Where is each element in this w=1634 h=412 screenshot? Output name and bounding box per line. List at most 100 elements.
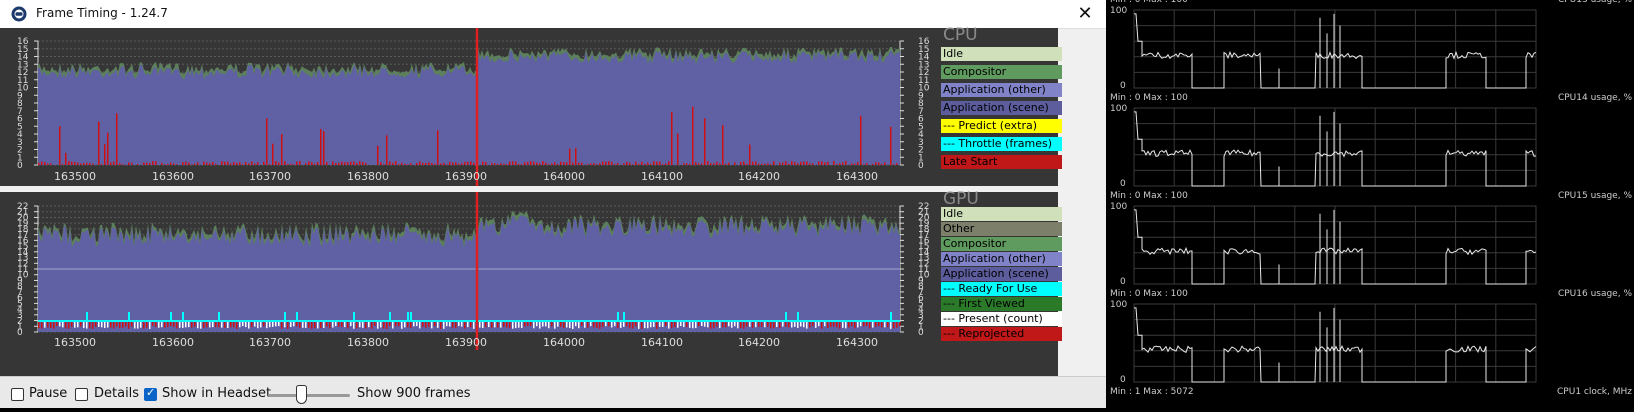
- title-bar[interactable]: Frame Timing - 1.24.7 ✕: [0, 0, 1106, 29]
- present-reprojected-mark: [215, 322, 217, 328]
- cpu-legend-item: Compositor: [941, 65, 1062, 79]
- late-start-bar: [377, 145, 379, 165]
- late-start-bar: [575, 148, 577, 165]
- present-reprojected-mark: [374, 322, 376, 327]
- present-reprojected-mark: [641, 322, 643, 329]
- present-reprojected-mark: [560, 322, 562, 327]
- details-label[interactable]: Details: [94, 386, 139, 401]
- present-reprojected-mark: [173, 322, 175, 328]
- present-reprojected-mark: [758, 322, 760, 327]
- present-reprojected-mark: [257, 322, 259, 329]
- frames-slider-track[interactable]: [268, 394, 350, 397]
- late-start-bar: [884, 162, 886, 165]
- late-start-bar: [743, 161, 745, 165]
- present-reprojected-mark: [197, 322, 199, 329]
- late-start-bar: [758, 163, 760, 165]
- present-reprojected-mark: [716, 322, 718, 327]
- present-reprojected-mark: [398, 322, 400, 327]
- present-reprojected-mark: [431, 322, 433, 329]
- present-reprojected-mark: [440, 322, 442, 329]
- late-start-bar: [824, 162, 826, 165]
- late-start-bar: [800, 161, 802, 165]
- present-reprojected-mark: [662, 322, 664, 327]
- late-start-bar: [293, 164, 295, 165]
- late-start-bar: [437, 130, 439, 165]
- late-start-bar: [182, 162, 184, 165]
- show-in-headset-label[interactable]: Show in Headset: [162, 386, 271, 401]
- cpu-ymin-label: 0: [1120, 81, 1126, 91]
- late-start-bar: [578, 162, 580, 165]
- present-reprojected-mark: [698, 322, 700, 327]
- gpu-axis-strip: [0, 350, 937, 376]
- present-reprojected-mark: [587, 322, 589, 328]
- present-reprojected-mark: [116, 322, 118, 327]
- late-start-bar: [389, 161, 391, 165]
- late-start-bar: [827, 161, 829, 165]
- frames-slider-thumb[interactable]: [296, 385, 307, 404]
- late-start-bar: [554, 162, 556, 165]
- late-start-bar: [113, 161, 115, 165]
- present-reprojected-mark: [614, 322, 616, 327]
- present-reprojected-mark: [95, 322, 97, 327]
- late-start-bar: [896, 163, 898, 165]
- pause-label[interactable]: Pause: [29, 386, 67, 401]
- present-reprojected-mark: [854, 322, 856, 329]
- late-start-bar: [68, 161, 70, 165]
- late-start-bar: [698, 163, 700, 165]
- close-icon[interactable]: ✕: [1072, 2, 1098, 26]
- present-reprojected-mark: [551, 322, 553, 327]
- ready-spike: [890, 312, 892, 321]
- cpu-legend-item: Idle: [941, 47, 1062, 61]
- late-start-bar: [587, 163, 589, 165]
- late-start-bar: [422, 162, 424, 165]
- x-tick-label: 164300: [836, 336, 878, 349]
- late-start-bar: [662, 164, 664, 165]
- present-reprojected-mark: [371, 322, 373, 329]
- late-start-bar: [839, 163, 841, 165]
- present-reprojected-mark: [608, 322, 610, 327]
- present-reprojected-mark: [857, 322, 859, 328]
- present-reprojected-mark: [728, 322, 730, 327]
- details-checkbox[interactable]: [75, 388, 88, 401]
- late-start-bar: [317, 162, 319, 165]
- present-reprojected-mark: [149, 322, 151, 329]
- present-reprojected-mark: [581, 322, 583, 327]
- late-start-bar: [380, 162, 382, 165]
- present-reprojected-mark: [833, 322, 835, 327]
- present-reprojected-mark: [794, 322, 796, 327]
- present-reprojected-mark: [530, 322, 532, 327]
- late-start-bar: [458, 163, 460, 165]
- pause-checkbox[interactable]: [11, 388, 24, 401]
- late-start-bar: [308, 161, 310, 165]
- x-tick-label: 163600: [152, 336, 194, 349]
- late-start-bar: [890, 126, 892, 165]
- present-reprojected-mark: [131, 322, 133, 327]
- late-start-bar: [149, 162, 151, 165]
- late-start-bar: [47, 163, 49, 165]
- present-reprojected-mark: [776, 322, 778, 328]
- cpu-ymin-label: 0: [1120, 179, 1126, 189]
- present-reprojected-mark: [113, 322, 115, 329]
- ready-spike: [284, 312, 286, 321]
- present-reprojected-mark: [626, 322, 628, 327]
- present-reprojected-mark: [725, 322, 727, 328]
- cpu-usage-graphs: Min : 0 Max : 100 CPU13 usage, % 100 0 Min :…: [1110, 0, 1632, 397]
- late-start-bar: [506, 164, 508, 165]
- present-reprojected-mark: [518, 322, 520, 328]
- cpu-minmax-label: Min : 0 Max : 100: [1110, 93, 1188, 103]
- present-reprojected-mark: [107, 322, 109, 328]
- late-start-bar: [440, 163, 442, 165]
- show-in-headset-checkbox[interactable]: [144, 386, 157, 401]
- present-reprojected-mark: [848, 322, 850, 328]
- late-start-bar: [236, 162, 238, 165]
- late-start-bar: [590, 163, 592, 165]
- late-start-bar: [161, 162, 163, 165]
- present-reprojected-mark: [80, 322, 82, 327]
- present-reprojected-mark: [140, 322, 142, 328]
- present-reprojected-mark: [665, 322, 667, 327]
- present-reprojected-mark: [680, 322, 682, 327]
- late-start-bar: [665, 163, 667, 165]
- late-start-bar: [221, 161, 223, 165]
- present-reprojected-mark: [593, 322, 595, 328]
- present-reprojected-mark: [341, 322, 343, 327]
